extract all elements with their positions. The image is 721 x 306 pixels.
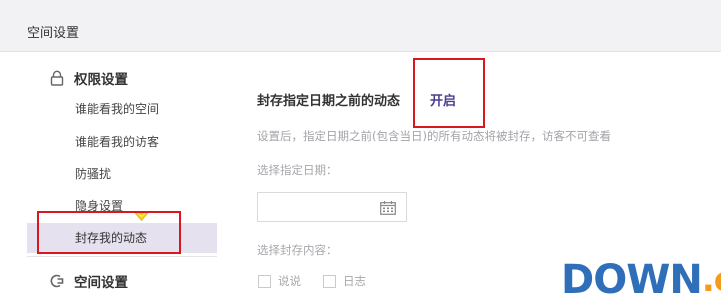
sidebar-item-label: 防骚扰 bbox=[75, 167, 112, 181]
space-icon bbox=[49, 273, 65, 289]
sidebar-item-who-can-view-visitors[interactable]: 谁能看我的访客 bbox=[27, 127, 217, 157]
date-picker-input[interactable] bbox=[257, 192, 407, 222]
crown-icon bbox=[134, 202, 149, 222]
highlight-box-sidebar bbox=[37, 211, 181, 254]
sidebar-item-label: 谁能看我的访客 bbox=[75, 135, 160, 149]
watermark-main: DOWN bbox=[561, 257, 703, 303]
checkbox-box[interactable] bbox=[258, 274, 271, 288]
content-field-label: 选择封存内容： bbox=[257, 243, 338, 257]
sidebar-group-permissions: 权限设置 bbox=[49, 68, 128, 88]
sidebar-item-label: 谁能看我的空间 bbox=[75, 102, 160, 116]
page-title: 空间设置 bbox=[27, 26, 80, 41]
enable-toggle-link[interactable]: 开启 bbox=[430, 90, 456, 109]
page-header: 空间设置 bbox=[0, 0, 721, 52]
sidebar-group-space-settings[interactable]: 空间设置 bbox=[49, 271, 128, 291]
sidebar-group-title: 空间设置 bbox=[74, 275, 128, 291]
lock-icon bbox=[49, 70, 65, 86]
checkbox-shuoshuo[interactable]: 说说 bbox=[258, 273, 301, 289]
checkbox-label: 说说 bbox=[278, 274, 301, 288]
sidebar-divider bbox=[27, 256, 217, 257]
watermark-logo: DOWN .cc bbox=[561, 258, 721, 302]
watermark-suffix: .cc bbox=[701, 260, 721, 300]
checkbox-box[interactable] bbox=[323, 274, 336, 288]
setting-description: 设置后，指定日期之前(包含当日)的所有动态将被封存，访客不可查看 bbox=[257, 129, 611, 143]
calendar-icon[interactable] bbox=[380, 200, 396, 215]
sidebar-group-title: 权限设置 bbox=[74, 72, 128, 88]
sidebar-item-who-can-view-space[interactable]: 谁能看我的空间 bbox=[27, 94, 217, 124]
checkbox-blog[interactable]: 日志 bbox=[323, 273, 366, 289]
sidebar-item-anti-harassment[interactable]: 防骚扰 bbox=[27, 159, 217, 189]
checkbox-label: 日志 bbox=[343, 274, 366, 288]
date-field-label: 选择指定日期： bbox=[257, 163, 338, 177]
sidebar: 权限设置 谁能看我的空间 谁能看我的访客 防骚扰 隐身设置 封存我的动态 空间设… bbox=[27, 52, 217, 306]
setting-label: 封存指定日期之前的动态 bbox=[257, 94, 401, 109]
